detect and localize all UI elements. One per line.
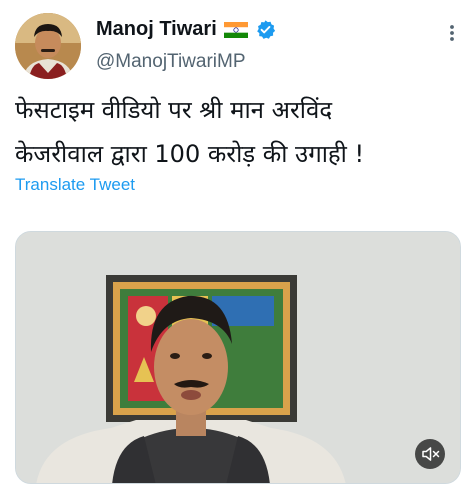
tweet-video[interactable] [15,231,461,484]
author-name-row: Manoj Tiwari [96,18,276,41]
tweet-text-line-1: फेसटाइम वीडियो पर श्री मान अरविंद [15,96,333,124]
tweet-header: Manoj Tiwari @ManojTiwariMP [0,0,474,90]
mute-toggle-button[interactable] [415,439,445,469]
more-options-icon[interactable] [442,22,462,44]
author-name[interactable]: Manoj Tiwari [96,18,217,41]
verified-badge-icon [256,20,275,39]
author-handle[interactable]: @ManojTiwariMP [96,51,246,73]
tweet-text: फेसटाइम वीडियो पर श्री मान अरविंद केजरीव… [15,88,459,176]
speaker-muted-icon [422,447,440,461]
translate-tweet-link[interactable]: Translate Tweet [15,175,135,195]
video-frame [16,232,460,483]
tweet-text-line-2: केजरीवाल द्वारा 100 करोड़ की उगाही ! [15,140,365,168]
avatar[interactable] [15,13,81,79]
avatar-image [15,13,81,79]
india-flag-icon [223,21,248,38]
